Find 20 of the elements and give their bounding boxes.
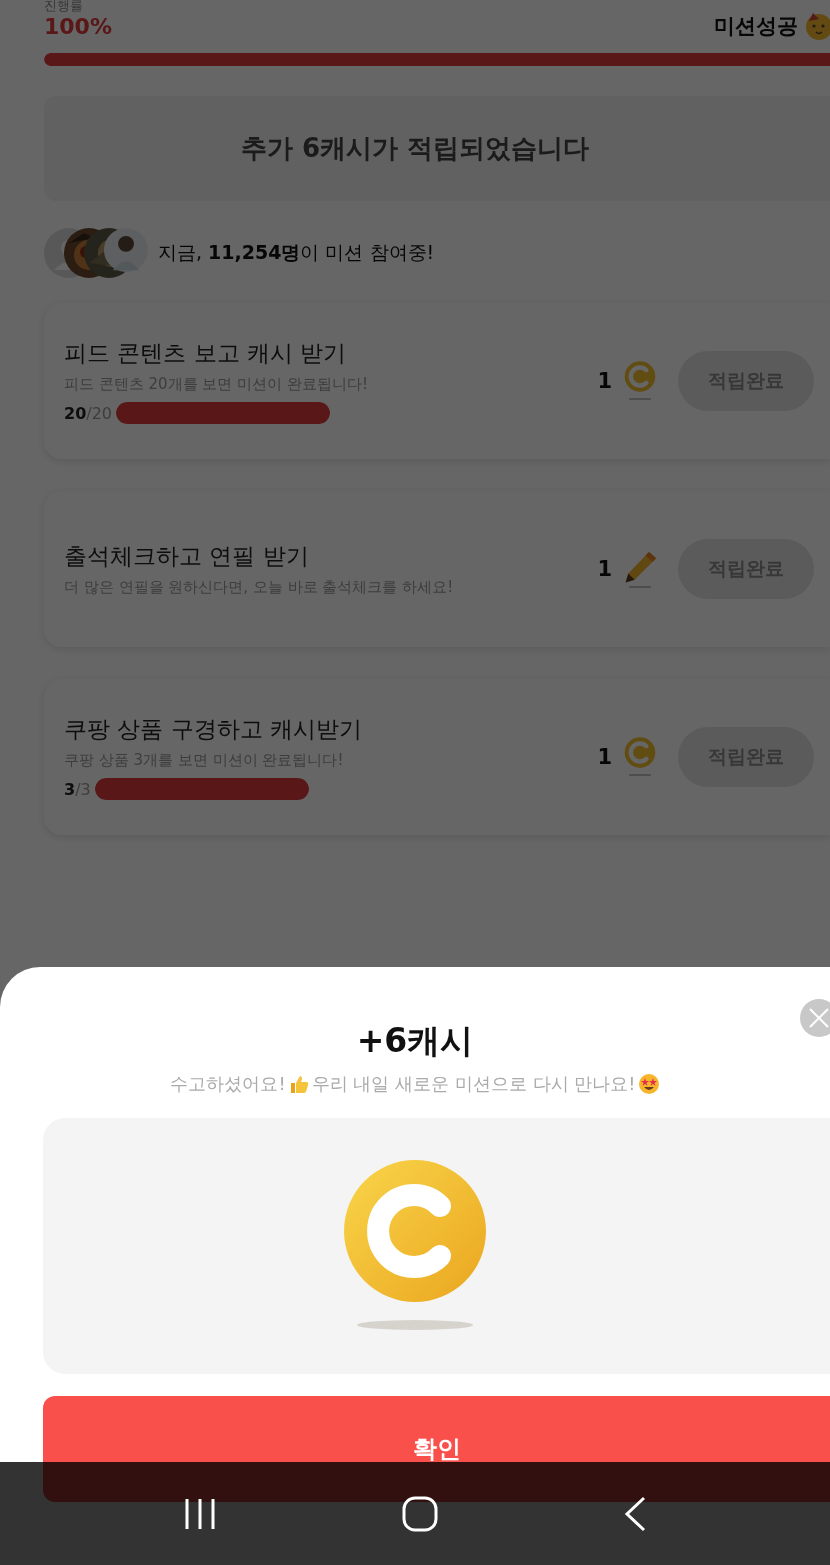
sheet-message: 수고하셨어요!	[170, 1072, 286, 1096]
reward-count: 1	[597, 369, 612, 393]
sheet-message: 우리 내일 새로운 미션으로 다시 만나요!	[311, 1072, 636, 1096]
banner-text: 추가 6캐시가 적립되었습니다	[240, 132, 590, 165]
reward-count: 1	[597, 557, 612, 581]
mission-title: 출석체크하고 연필 받기	[64, 542, 310, 571]
progress-percent: 100%	[44, 13, 112, 39]
reward-count: 1	[597, 745, 612, 769]
back-icon[interactable]	[623, 1495, 648, 1532]
close-icon	[808, 1007, 830, 1029]
mission-title: 피드 콘텐츠 보고 캐시 받기	[64, 339, 348, 368]
coin-icon	[622, 360, 658, 402]
party-face-icon	[804, 11, 830, 41]
star-eyes-icon	[637, 1073, 660, 1095]
home-icon[interactable]	[402, 1495, 438, 1532]
participants-text: 지금, 11,254명이 미션 참여중!	[158, 240, 435, 265]
sheet-title: +6캐시	[355, 1020, 475, 1062]
mission-title: 쿠팡 상품 구경하고 캐시받기	[64, 715, 363, 744]
status-label: 미션성공	[714, 13, 798, 40]
coin-icon	[622, 736, 658, 778]
